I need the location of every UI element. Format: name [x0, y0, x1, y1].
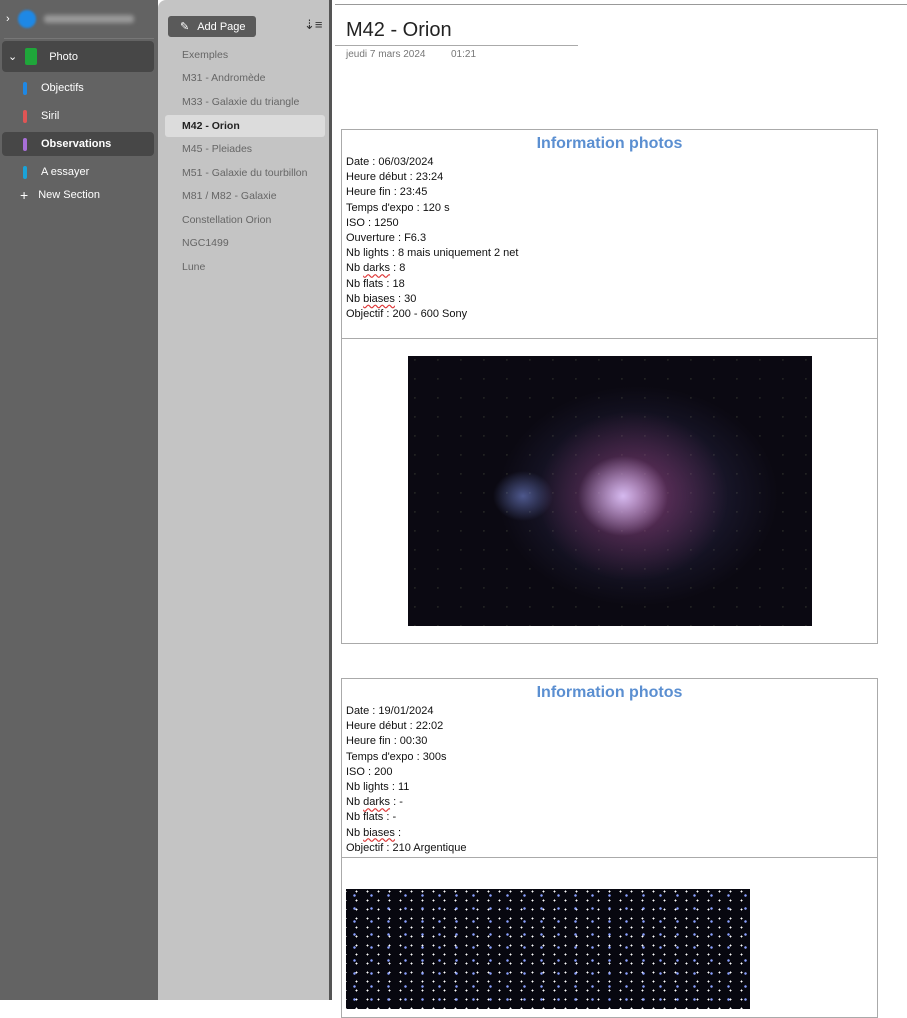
section-label: Siril: [41, 110, 60, 122]
section-objectifs[interactable]: Objectifs: [2, 76, 154, 100]
info-line: Nb lights : 11: [346, 781, 410, 794]
info-line: Nb biases : 30: [346, 292, 417, 305]
info-line: Temps d'expo : 300s: [346, 750, 447, 763]
page-item[interactable]: M51 - Galaxie du tourbillon: [165, 162, 325, 184]
account-switcher[interactable]: ›: [6, 10, 134, 28]
info-line: Ouverture : F6.3: [346, 232, 427, 245]
info-heading: Information photos: [536, 684, 683, 701]
section-tab-icon: [23, 165, 27, 179]
page-item[interactable]: Constellation Orion: [165, 209, 325, 231]
page-item[interactable]: Lune: [165, 256, 325, 278]
info-line: Nb flats : 18: [346, 277, 405, 290]
info-table[interactable]: Information photos Date : 06/03/2024 Heu…: [341, 129, 878, 644]
info-line: Temps d'expo : 120 s: [346, 201, 450, 214]
section-siril[interactable]: Siril: [2, 104, 154, 128]
chevron-down-icon: ⌄: [8, 51, 18, 63]
info-line: Nb darks : 8: [346, 262, 406, 275]
info-line: ISO : 200: [346, 765, 393, 778]
page-list: ✎ Add Page ⇣≡ Exemples M31 - Andromède M3…: [158, 0, 332, 1000]
add-page-button[interactable]: ✎ Add Page: [168, 16, 256, 37]
page-title[interactable]: M42 - Orion: [346, 19, 452, 42]
sort-icon[interactable]: ⇣≡: [304, 17, 322, 33]
notebook-label: Photo: [49, 50, 78, 63]
page-content[interactable]: M42 - Orion jeudi 7 mars 2024 01:21 Info…: [335, 4, 907, 1018]
info-line: Objectif : 200 - 600 Sony: [346, 308, 468, 321]
info-line: Date : 19/01/2024: [346, 705, 434, 717]
page-date: jeudi 7 mars 2024: [346, 49, 426, 60]
plus-icon: +: [20, 187, 29, 203]
info-heading: Information photos: [536, 135, 683, 152]
section-a-essayer[interactable]: A essayer: [2, 160, 154, 184]
info-line: Nb biases :: [346, 826, 402, 839]
info-line: Heure début : 22:02: [346, 720, 444, 733]
new-section-label: New Section: [38, 189, 100, 201]
info-line: Heure fin : 00:30: [346, 735, 428, 748]
page-item[interactable]: NGC1499: [165, 232, 325, 254]
page-item[interactable]: Exemples: [165, 44, 325, 66]
page-item-active[interactable]: M42 - Orion: [165, 115, 325, 137]
new-section-button[interactable]: + New Section: [2, 183, 154, 207]
page-item[interactable]: M31 - Andromède: [165, 67, 325, 89]
page-item[interactable]: M33 - Galaxie du triangle: [165, 91, 325, 113]
notebook-icon: [25, 48, 38, 65]
section-tab-icon: [23, 81, 27, 95]
orion-nebula-photo[interactable]: [408, 356, 812, 626]
add-page-label: Add Page: [197, 20, 246, 33]
notebook-photo[interactable]: ⌄ Photo: [2, 41, 154, 72]
section-tab-icon: [23, 137, 27, 151]
info-table[interactable]: Information photos Date : 19/01/2024 Heu…: [341, 678, 878, 1018]
page-item[interactable]: M81 / M82 - Galaxie: [165, 185, 325, 207]
info-line: Nb flats : -: [346, 811, 397, 824]
starfield-photo[interactable]: [346, 889, 750, 1009]
info-line: Heure fin : 23:45: [346, 186, 428, 199]
info-line: Nb lights : 8 mais uniquement 2 net: [346, 247, 519, 260]
info-line: Date : 06/03/2024: [346, 156, 434, 168]
info-line: Objectif : 210 Argentique: [346, 841, 467, 854]
section-tab-icon: [23, 109, 27, 123]
compose-icon: ✎: [180, 21, 190, 33]
info-line: ISO : 1250: [346, 216, 399, 229]
avatar: [17, 10, 36, 28]
page-item[interactable]: M45 - Pleiades: [165, 138, 325, 160]
info-line: Nb darks : -: [346, 796, 403, 809]
account-name-blurred: [43, 15, 134, 23]
chevron-right-icon: ›: [6, 13, 10, 25]
page-time: 01:21: [451, 49, 477, 60]
info-line: Heure début : 23:24: [346, 171, 444, 184]
section-label: Observations: [41, 138, 112, 150]
section-observations[interactable]: Observations: [2, 132, 154, 156]
section-label: A essayer: [41, 166, 90, 178]
section-label: Objectifs: [41, 82, 84, 94]
notebook-nav: › ⌄ Photo Objectifs Siril Observations A…: [0, 0, 158, 1000]
